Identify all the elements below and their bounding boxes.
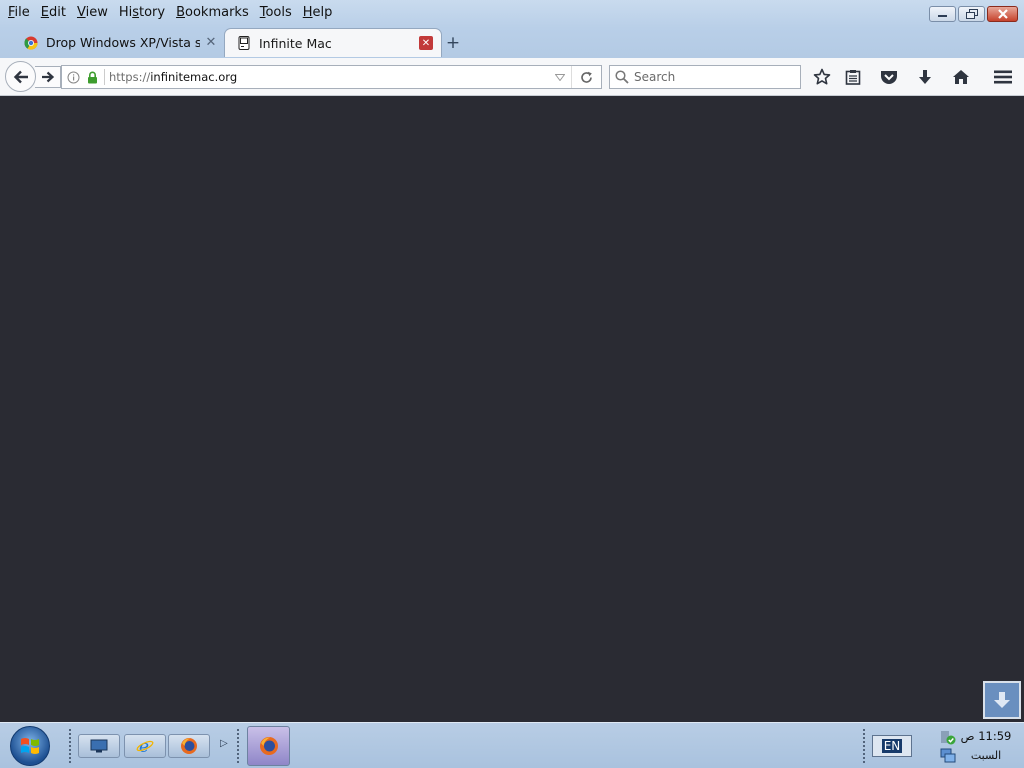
menu-edit[interactable]: Edit — [37, 5, 70, 20]
reading-list-button[interactable] — [841, 66, 865, 88]
reload-button[interactable] — [571, 66, 601, 88]
window-controls — [929, 6, 1018, 22]
star-icon — [813, 68, 831, 85]
quicklaunch-internet-explorer[interactable]: e — [124, 734, 166, 758]
minimize-icon — [938, 15, 947, 17]
home-button[interactable] — [949, 66, 973, 88]
desktop-icon — [90, 739, 108, 753]
menu-bookmarks-label: ookmarks — [185, 4, 249, 20]
restore-icon — [965, 9, 978, 19]
menu-history-prefix: Hi — [118, 4, 133, 20]
menu-history-key: s — [132, 4, 139, 20]
back-button[interactable] — [5, 61, 36, 92]
close-icon — [997, 9, 1008, 19]
forward-button[interactable] — [35, 66, 61, 88]
info-icon — [67, 71, 79, 83]
site-info-button[interactable] — [62, 71, 84, 84]
tab-close-button[interactable]: ✕ — [419, 36, 433, 50]
menu-file-label: ile — [14, 4, 30, 20]
menu-history-label: tory — [139, 4, 166, 20]
menu-bookmarks-key: B — [176, 4, 186, 20]
hamburger-menu-icon — [994, 70, 1012, 84]
svg-text:e: e — [139, 737, 149, 755]
clock-day: السبت — [970, 749, 1002, 762]
restore-button[interactable] — [958, 6, 985, 22]
page-content[interactable] — [0, 97, 1024, 722]
start-button[interactable] — [10, 726, 50, 766]
internet-explorer-icon: e — [136, 737, 154, 755]
quicklaunch-expand-icon[interactable]: ▷ — [220, 738, 228, 749]
menu-file[interactable]: File — [4, 5, 34, 20]
minimize-button[interactable] — [929, 6, 956, 22]
downloads-button[interactable] — [913, 66, 937, 88]
tab-close-button[interactable]: ✕ — [204, 35, 218, 50]
close-window-button[interactable] — [987, 6, 1018, 22]
quicklaunch-firefox[interactable] — [168, 734, 210, 758]
search-input[interactable] — [634, 70, 794, 84]
menu-bar: File Edit View History Bookmarks Tools H… — [0, 0, 339, 24]
forward-arrow-icon — [41, 71, 54, 83]
network-icon[interactable] — [940, 747, 956, 763]
menu-edit-key: E — [40, 4, 49, 20]
pocket-icon — [881, 71, 897, 84]
menu-help[interactable]: Help — [299, 5, 337, 20]
lock-icon — [87, 71, 97, 83]
back-arrow-icon — [13, 70, 28, 83]
reload-icon — [581, 71, 592, 83]
url-protocol: https:// — [109, 70, 151, 84]
pocket-button[interactable] — [877, 66, 901, 88]
taskbar: e ▷ EN 11:59 ص السبت — [0, 722, 1024, 768]
tab-drop-windows[interactable]: Drop Windows XP/Vista su... ✕ — [18, 28, 226, 57]
url-separator — [104, 69, 105, 85]
menu-view-key: V — [76, 4, 86, 20]
search-bar[interactable] — [609, 65, 801, 89]
menu-bookmarks[interactable]: Bookmarks — [172, 5, 253, 20]
firefox-icon — [181, 738, 197, 754]
secure-connection-indicator[interactable] — [84, 71, 100, 84]
menu-help-key: H — [302, 4, 313, 20]
search-engine-button[interactable] — [610, 70, 634, 84]
security-shield-icon[interactable] — [940, 729, 956, 745]
url-host: infinitemac.org — [150, 70, 238, 84]
url-bar[interactable]: https://infinitemac.org — [61, 65, 602, 89]
url-text[interactable]: https://infinitemac.org — [109, 70, 549, 84]
firefox-icon — [259, 737, 278, 755]
menu-tools-label: ools — [265, 4, 292, 20]
open-menu-button[interactable] — [991, 66, 1015, 88]
clipboard-icon — [845, 70, 861, 85]
clock-time: 11:59 ص — [960, 729, 1012, 743]
home-icon — [953, 70, 969, 84]
taskbar-grip[interactable] — [236, 728, 240, 764]
taskbar-firefox-window[interactable] — [247, 726, 290, 766]
window-titlebar: File Edit View History Bookmarks Tools H… — [0, 0, 1024, 28]
taskbar-grip[interactable] — [68, 728, 72, 764]
dropdown-triangle-icon — [555, 73, 565, 81]
new-tab-button[interactable]: + — [444, 33, 462, 53]
menu-edit-label: dit — [49, 4, 66, 20]
download-arrow-icon — [919, 70, 931, 84]
search-icon — [615, 70, 629, 84]
menu-view-label: iew — [85, 4, 108, 20]
taskbar-grip[interactable] — [862, 728, 866, 764]
tab-title: Infinite Mac — [259, 35, 332, 51]
menu-tools[interactable]: Tools — [256, 5, 296, 20]
classic-mac-icon — [238, 36, 250, 50]
scroll-down-button[interactable] — [983, 681, 1021, 719]
tab-strip: Drop Windows XP/Vista su... ✕ Infinite M… — [0, 28, 1024, 58]
down-arrow-icon — [994, 692, 1010, 708]
menu-help-label: elp — [312, 4, 333, 20]
tab-infinite-mac[interactable]: Infinite Mac ✕ — [224, 28, 442, 57]
menu-view[interactable]: View — [73, 5, 112, 20]
tab-title: Drop Windows XP/Vista su... — [46, 35, 200, 50]
menu-history[interactable]: History — [115, 5, 169, 20]
bookmark-star-button[interactable] — [810, 66, 834, 88]
system-clock[interactable]: 11:59 ص السبت — [958, 727, 1014, 765]
chrome-logo-icon — [24, 36, 38, 50]
windows-logo-icon — [21, 738, 39, 754]
navigation-bar: https://infinitemac.org — [0, 58, 1024, 96]
language-code: EN — [881, 739, 903, 753]
quicklaunch-show-desktop[interactable] — [78, 734, 120, 758]
url-history-dropdown[interactable] — [549, 73, 571, 81]
language-indicator[interactable]: EN — [872, 735, 912, 757]
